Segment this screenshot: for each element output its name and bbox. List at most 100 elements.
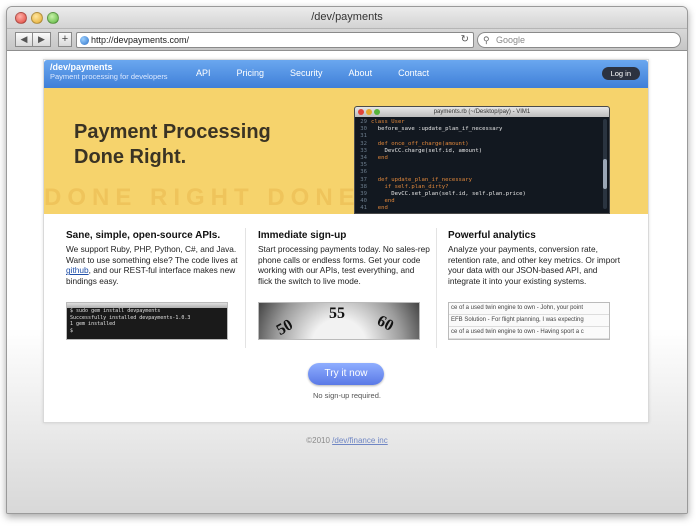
column-divider (436, 228, 437, 348)
code-editor-screenshot: payments.rb (~/Desktop/pay) - VIM1 29 cla… (354, 106, 610, 214)
url-text: http://devpayments.com/ (91, 35, 190, 45)
review-row: EFB Solution - For flight planning, I wa… (449, 315, 609, 327)
page-footer: ©2010 /dev/finance inc (7, 436, 687, 445)
editor-window-controls (358, 109, 380, 115)
feature-body: Analyze your payments, conversion rate, … (448, 244, 620, 286)
code-line: 34 end (355, 155, 609, 162)
dial-number: 60 (374, 312, 397, 335)
page-container: /dev/payments Payment processing for dev… (43, 59, 649, 423)
terminal-line: $ (70, 327, 74, 334)
code-text: end (371, 205, 388, 212)
review-row: ce of a used twin engine to own - Having… (449, 327, 609, 339)
code-line: 29 class User (355, 119, 609, 126)
history-buttons: ◀ ▶ (15, 32, 51, 47)
line-number: 35 (360, 162, 367, 169)
code-line: 40 end (355, 198, 609, 205)
hero-banner: DONE RIGHT DONE RIGHT Payment Processing… (44, 88, 648, 214)
feature-title: Powerful analytics (448, 230, 536, 241)
window-title: /dev/payments (311, 11, 383, 23)
web-viewport: /dev/payments Payment processing for dev… (7, 51, 687, 513)
feature-immediate-signup: Immediate sign-up Start processing payme… (258, 230, 430, 286)
feature-analytics: Powerful analytics Analyze your payments… (448, 230, 620, 286)
nav-links: API Pricing Security About Contact (196, 68, 429, 78)
feature-body-text: , and our REST-ful interface makes new b… (66, 265, 236, 286)
code-text: def update_plan_if_necessary (371, 176, 473, 183)
feature-title: Sane, simple, open-source APIs. (66, 230, 221, 241)
cta-note: No sign-up required. (313, 391, 381, 400)
editor-close-icon (358, 109, 364, 115)
nav-link-security[interactable]: Security (290, 68, 323, 78)
code-text: before_save :update_plan_if_necessary (371, 126, 503, 133)
line-number: 31 (360, 133, 367, 140)
back-button[interactable]: ◀ (15, 32, 33, 47)
column-divider (245, 228, 246, 348)
analytics-screenshot: ce of a used twin engine to own - John, … (448, 302, 610, 340)
globe-icon (80, 36, 89, 45)
line-number: 41 (360, 205, 367, 212)
code-line: 41 end (355, 205, 609, 212)
nav-link-api[interactable]: API (196, 68, 211, 78)
code-line: 37 def update_plan_if_necessary (355, 177, 609, 184)
line-number: 36 (360, 169, 367, 176)
line-number: 34 (360, 155, 367, 162)
terminal-screenshot: $ sudo gem install devpayments Successfu… (66, 302, 228, 340)
search-placeholder: Google (496, 35, 526, 45)
nav-link-about[interactable]: About (349, 68, 373, 78)
editor-zoom-icon (374, 109, 380, 115)
stopwatch-image: 50 55 60 (258, 302, 420, 340)
dial-number: 50 (273, 316, 296, 339)
code-text: if self.plan_dirty? (371, 183, 449, 190)
nav-link-pricing[interactable]: Pricing (237, 68, 265, 78)
browser-window: /dev/payments ◀ ▶ + http://devpayments.c… (6, 6, 688, 514)
hero-headline: Payment Processing Done Right. (74, 120, 271, 170)
line-number: 29 (360, 119, 367, 125)
company-link[interactable]: /dev/finance inc (332, 436, 388, 445)
feature-body-text: We support Ruby, PHP, Python, C#, and Ja… (66, 244, 238, 265)
code-line: 38 if self.plan_dirty? (355, 184, 609, 191)
code-text: end (371, 155, 388, 162)
feature-open-source-apis: Sane, simple, open-source APIs. We suppo… (66, 230, 238, 286)
brand-tagline: Payment processing for developers (50, 71, 168, 81)
editor-title-bar: payments.rb (~/Desktop/pay) - VIM1 (355, 107, 609, 117)
login-button[interactable]: Log in (601, 67, 640, 80)
code-lines: 29 class User 30 before_save :update_plan_… (355, 117, 609, 213)
search-field[interactable]: ⚲ Google (477, 32, 681, 48)
editor-scrollbar (603, 119, 607, 209)
address-bar[interactable]: http://devpayments.com/ ↻ (76, 32, 474, 48)
code-line: 31 (355, 133, 609, 140)
try-it-now-button[interactable]: Try it now (308, 363, 384, 385)
code-line: 35 (355, 162, 609, 169)
line-number: 39 (360, 191, 367, 198)
line-number: 32 (360, 140, 367, 147)
site-brand[interactable]: /dev/payments Payment processing for dev… (50, 62, 168, 81)
nav-link-contact[interactable]: Contact (398, 68, 429, 78)
headline-line-1: Payment Processing (74, 121, 271, 143)
line-number: 33 (360, 147, 367, 154)
feature-body: We support Ruby, PHP, Python, C#, and Ja… (66, 244, 238, 286)
code-line: 39 DevCC.set_plan(self.id, self.plan.pri… (355, 191, 609, 198)
feature-body: Start processing payments today. No sale… (258, 244, 430, 286)
headline-line-2: Done Right. (74, 146, 187, 168)
code-line: 33 DevCC.charge(self.id, amount) (355, 148, 609, 155)
add-bookmark-button[interactable]: + (58, 32, 72, 47)
features-section: Sane, simple, open-source APIs. We suppo… (44, 214, 648, 354)
code-line: 36 (355, 169, 609, 176)
code-text: DevCC.charge(self.id, amount) (371, 147, 483, 154)
line-number: 38 (360, 183, 367, 190)
review-row: ce of a used twin engine to own - John, … (449, 303, 609, 315)
line-number: 37 (360, 176, 367, 183)
editor-title: payments.rb (~/Desktop/pay) - VIM1 (433, 109, 531, 115)
github-link[interactable]: github (66, 265, 89, 275)
editor-minimize-icon (366, 109, 372, 115)
code-text: end (371, 198, 395, 205)
feature-title: Immediate sign-up (258, 230, 347, 241)
line-number: 30 (360, 126, 367, 133)
reload-icon[interactable]: ↻ (461, 33, 469, 47)
site-navbar: /dev/payments Payment processing for dev… (44, 60, 648, 88)
title-bar: /dev/payments (7, 7, 687, 29)
forward-button[interactable]: ▶ (33, 32, 51, 47)
code-line: 32 def once_off_charge(amount) (355, 141, 609, 148)
code-text: def once_off_charge(amount) (371, 140, 469, 147)
code-text: class User (371, 119, 405, 125)
browser-toolbar: ◀ ▶ + http://devpayments.com/ ↻ ⚲ Google (7, 29, 687, 51)
